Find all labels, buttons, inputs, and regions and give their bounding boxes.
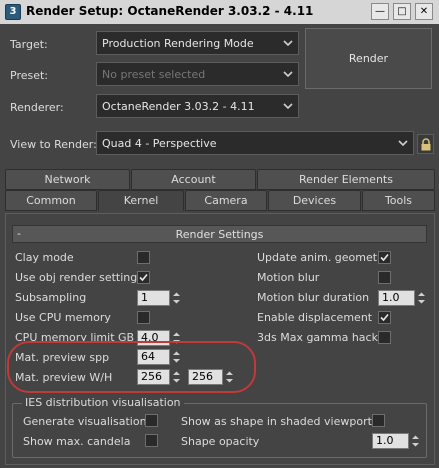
view-to-render-label: View to Render:	[10, 138, 97, 151]
shape-opacity-label: Shape opacity	[181, 435, 260, 448]
tab-devices[interactable]: Devices	[268, 190, 361, 211]
tab-render-elements[interactable]: Render Elements	[257, 169, 435, 190]
ies-groupbox	[12, 403, 427, 458]
update-anim-geometry-label: Update anim. geometry	[257, 251, 389, 264]
subsampling-value[interactable]: 1	[137, 290, 170, 306]
renderer-label: Renderer:	[10, 101, 64, 114]
motion-blur-duration-label: Motion blur duration	[257, 291, 370, 304]
chevron-down-icon	[283, 71, 293, 78]
3ds-max-icon: 3	[5, 4, 21, 20]
rollout-title: Render Settings	[175, 228, 264, 241]
show-max-candela-label: Show max. candela	[23, 435, 131, 448]
generate-visualisation-label: Generate visualisation	[23, 415, 147, 428]
show-as-shape-label: Show as shape in shaded viewports	[181, 415, 378, 428]
target-value: Production Rendering Mode	[102, 37, 254, 50]
tab-kernel[interactable]: Kernel	[98, 190, 184, 211]
renderer-value: OctaneRender 3.03.2 - 4.11	[102, 100, 255, 113]
lock-icon	[421, 138, 431, 151]
annotation-highlight	[7, 341, 256, 393]
use-obj-render-settings-checkbox[interactable]	[137, 271, 150, 284]
enable-displacement-label: Enable displacement	[257, 311, 373, 324]
chevron-down-icon	[283, 103, 293, 110]
lock-view-button[interactable]	[417, 134, 434, 154]
use-cpu-memory-label: Use CPU memory	[15, 311, 111, 324]
use-cpu-memory-checkbox[interactable]	[137, 311, 150, 324]
clay-mode-label: Clay mode	[15, 251, 74, 264]
checkmark-icon	[139, 273, 148, 282]
spinner-arrows-icon[interactable]	[411, 434, 420, 448]
preset-label: Preset:	[10, 69, 49, 82]
preset-placeholder: No preset selected	[102, 68, 206, 81]
clay-mode-checkbox[interactable]	[137, 251, 150, 264]
view-to-render-dropdown[interactable]: Quad 4 - Perspective	[96, 131, 414, 155]
maximize-icon[interactable]: □	[393, 3, 411, 20]
enable-displacement-checkbox[interactable]	[378, 311, 391, 324]
max-gamma-hack-label: 3ds Max gamma hack	[257, 331, 378, 344]
update-anim-geometry-checkbox[interactable]	[378, 251, 391, 264]
close-icon[interactable]: ✕	[415, 3, 433, 20]
tab-tools[interactable]: Tools	[362, 190, 435, 211]
subsampling-spinner[interactable]: 1	[137, 290, 182, 306]
checkmark-icon	[380, 313, 389, 322]
show-max-candela-checkbox[interactable]	[145, 434, 158, 447]
tab-common[interactable]: Common	[5, 190, 97, 211]
motion-blur-label: Motion blur	[257, 271, 320, 284]
generate-visualisation-checkbox[interactable]	[145, 414, 158, 427]
ies-group-title: IES distribution visualisation	[22, 396, 184, 409]
renderer-dropdown[interactable]: OctaneRender 3.03.2 - 4.11	[96, 94, 299, 118]
target-dropdown[interactable]: Production Rendering Mode	[96, 31, 299, 55]
checkmark-icon	[380, 253, 389, 262]
show-as-shape-checkbox[interactable]	[372, 414, 385, 427]
use-obj-render-settings-label: Use obj render settings	[15, 271, 143, 284]
window-title: Render Setup: OctaneRender 3.03.2 - 4.11	[26, 4, 314, 18]
spinner-arrows-icon[interactable]	[417, 291, 426, 305]
motion-blur-checkbox[interactable]	[378, 271, 391, 284]
max-gamma-hack-checkbox[interactable]	[378, 331, 391, 344]
view-to-render-value: Quad 4 - Perspective	[102, 137, 217, 150]
chevron-down-icon	[283, 40, 293, 47]
tab-account[interactable]: Account	[131, 169, 256, 190]
shape-opacity-value[interactable]: 1.0	[372, 433, 409, 449]
motion-blur-duration-spinner[interactable]: 1.0	[378, 290, 427, 306]
render-settings-rollout[interactable]: - Render Settings	[12, 225, 427, 243]
tab-network[interactable]: Network	[5, 169, 130, 190]
shape-opacity-spinner[interactable]: 1.0	[372, 433, 421, 449]
preset-dropdown[interactable]: No preset selected	[96, 62, 299, 86]
tab-camera[interactable]: Camera	[185, 190, 267, 211]
target-label: Target:	[10, 38, 48, 51]
spinner-arrows-icon[interactable]	[172, 291, 181, 305]
motion-blur-duration-value[interactable]: 1.0	[378, 290, 415, 306]
subsampling-label: Subsampling	[15, 291, 87, 304]
chevron-down-icon	[398, 140, 408, 147]
title-bar: 3 Render Setup: OctaneRender 3.03.2 - 4.…	[0, 0, 439, 24]
minimize-icon[interactable]: —	[371, 3, 389, 20]
render-button[interactable]: Render	[305, 28, 432, 89]
